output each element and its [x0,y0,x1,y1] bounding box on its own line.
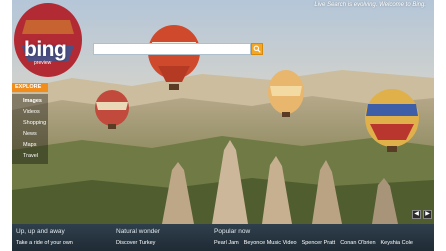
image-nav-arrows: ◀ ▶ [412,210,432,219]
footer-col-popular-now: Popular now Pearl Jam Beyonce Music Vide… [214,228,413,246]
chevron-left-icon[interactable]: ◀ [412,210,421,219]
popular-links: Pearl Jam Beyonce Music Video Spencer Pr… [214,240,413,246]
hero-background: Live Search is evolving. Welcome to Bing… [12,0,434,224]
popular-link[interactable]: Conan O'brien [340,240,375,246]
nav-item-images[interactable]: Images [12,96,48,107]
magnifier-icon [253,45,261,53]
cappadocia-balloon-photo [12,0,434,224]
footer-col-link[interactable]: Take a ride of your own [16,240,73,246]
footer-col-title: Up, up and away [16,228,65,235]
explore-nav: Images Videos Shopping News Maps Travel [12,94,48,164]
top-message[interactable]: Live Search is evolving. Welcome to Bing… [314,2,426,8]
bing-homepage: Live Search is evolving. Welcome to Bing… [12,0,434,251]
nav-item-maps[interactable]: Maps [12,140,48,151]
footer-col-title: Popular now [214,228,251,235]
footer-col-title: Natural wonder [116,228,161,235]
nav-item-travel[interactable]: Travel [12,151,48,162]
footer-col-natural-wonder: Natural wonder Discover Turkey [116,228,160,246]
footer-bar: Up, up and away Take a ride of your own … [12,224,434,251]
search-button[interactable] [251,43,263,55]
bing-logo[interactable]: bing [24,38,67,62]
nav-item-videos[interactable]: Videos [12,107,48,118]
popular-link[interactable]: Beyonce Music Video [244,240,297,246]
popular-link[interactable]: Pearl Jam [214,240,239,246]
footer-col-link[interactable]: Discover Turkey [116,240,160,246]
search-input[interactable] [93,43,251,55]
popular-link[interactable]: Keyshia Cole [381,240,413,246]
popular-link[interactable]: Spencer Pratt [302,240,336,246]
footer-col-up-up-and-away: Up, up and away Take a ride of your own [16,228,73,246]
logo-subtitle: preview [34,60,52,66]
nav-item-news[interactable]: News [12,129,48,140]
explore-header: EXPLORE [12,83,48,92]
nav-item-shopping[interactable]: Shopping [12,118,48,129]
chevron-right-icon[interactable]: ▶ [423,210,432,219]
